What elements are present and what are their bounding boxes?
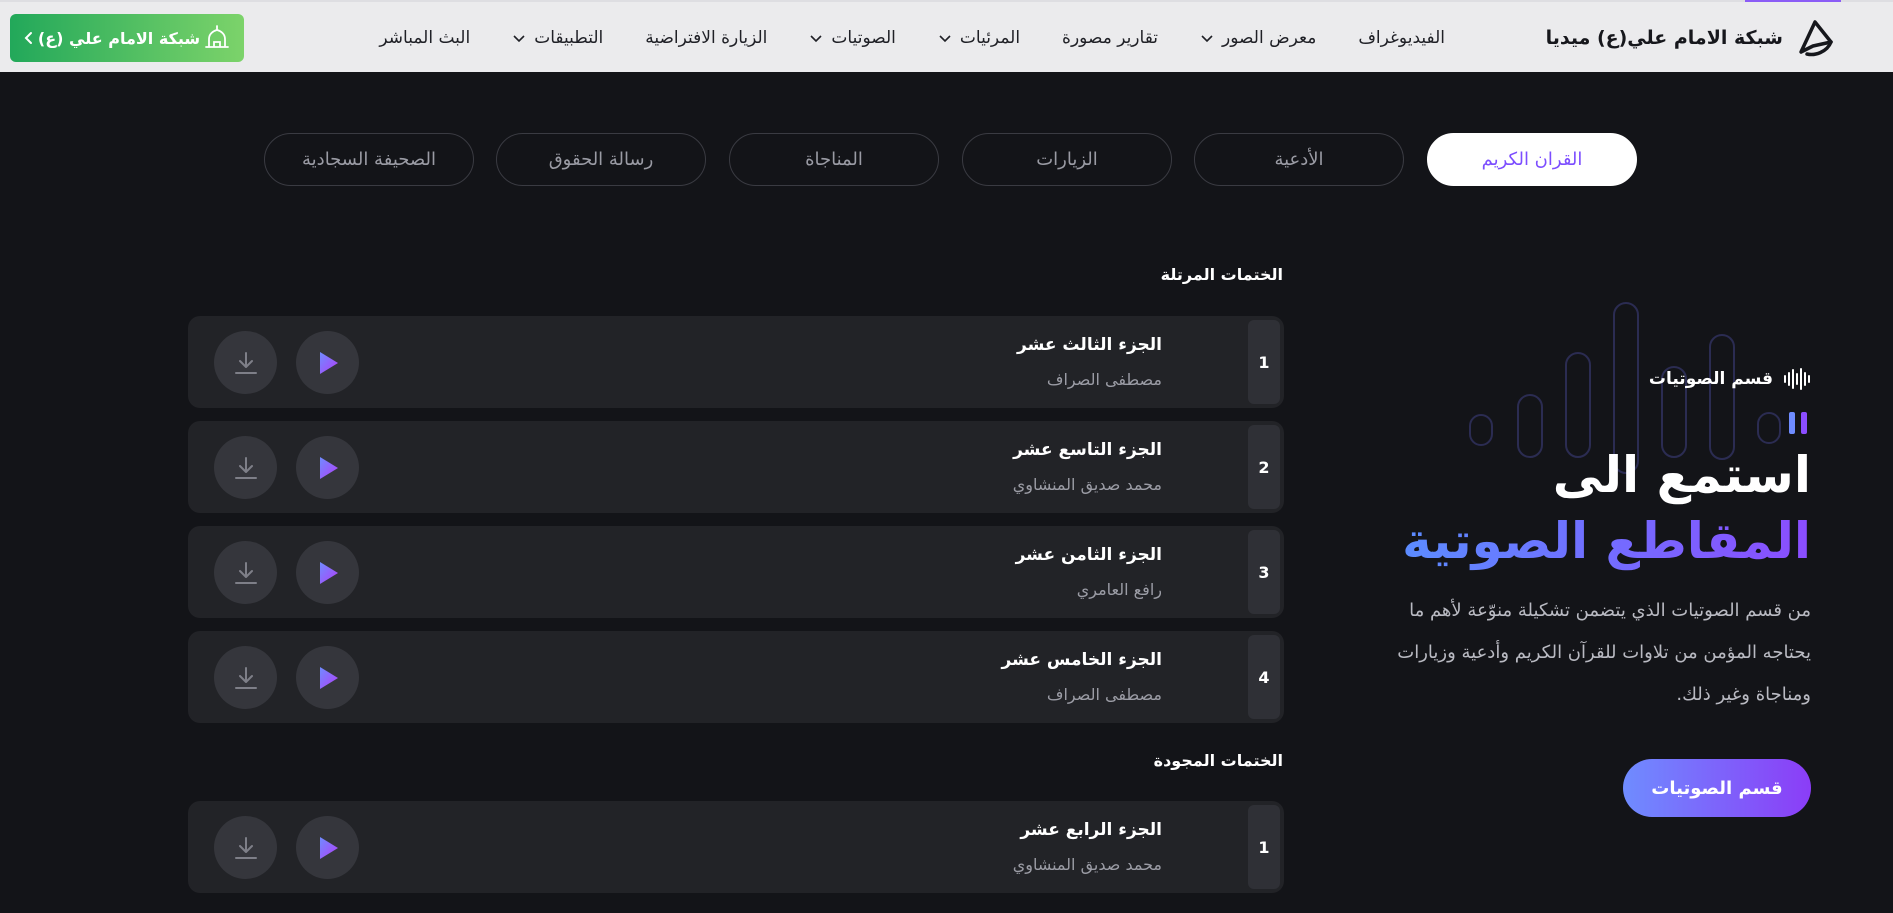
download-button[interactable]	[214, 646, 277, 709]
download-icon	[234, 351, 257, 374]
track-reciter: مصطفى الصراف	[1046, 370, 1162, 389]
chevron-left-icon	[24, 32, 33, 44]
track-number: 3	[1248, 530, 1280, 614]
play-icon	[319, 836, 338, 859]
tab-ziyarat[interactable]: الزيارات	[962, 133, 1172, 186]
brand[interactable]: شبكة الامام علي(ع) ميديا	[1546, 16, 1837, 60]
audio-wave-icon	[1187, 829, 1221, 865]
audio-wave-icon	[1187, 659, 1221, 695]
section-title-recited: الختمات المرتلة	[1160, 265, 1283, 284]
track-title: الجزء الثالث عشر	[1017, 335, 1162, 355]
download-icon	[234, 666, 257, 689]
track-reciter: رافع العامري	[1076, 580, 1162, 599]
mosque-icon	[205, 25, 229, 48]
track-number: 1	[1248, 805, 1280, 889]
download-icon	[234, 836, 257, 859]
nav-item-live-stream[interactable]: البث المباشر	[379, 28, 470, 48]
hero-badge: قسم الصوتيات	[1649, 368, 1811, 390]
category-tabs: القران الكريم الأدعية الزيارات المناجاة …	[0, 133, 1893, 186]
track-row[interactable]: 1 الجزء الثالث عشر مصطفى الصراف	[188, 316, 1284, 408]
audio-section-button[interactable]: قسم الصوتيات	[1623, 759, 1811, 817]
nav-item-label: الصوتيات	[831, 28, 896, 48]
track-row[interactable]: 3 الجزء الثامن عشر رافع العامري	[188, 526, 1284, 618]
track-row[interactable]: 4 الجزء الخامس عشر مصطفى الصراف	[188, 631, 1284, 723]
play-button[interactable]	[296, 816, 359, 879]
nav-item-label: معرض الصور	[1222, 28, 1317, 48]
nav-item-label: الزيارة الافتراضية	[645, 28, 768, 48]
hero-description: من قسم الصوتيات الذي يتضمن تشكيلة منوّعة…	[1397, 600, 1811, 705]
track-title: الجزء الرابع عشر	[1020, 820, 1162, 840]
quote-icon	[1789, 412, 1807, 434]
download-button[interactable]	[214, 541, 277, 604]
track-reciter: محمد صديق المنشاوي	[1012, 855, 1162, 874]
play-icon	[319, 351, 338, 374]
tab-treatise-of-rights[interactable]: رسالة الحقوق	[496, 133, 706, 186]
tab-sahifa-sajjadiya[interactable]: الصحيفة السجادية	[264, 133, 474, 186]
track-title: الجزء الخامس عشر	[1001, 650, 1162, 670]
track-reciter: مصطفى الصراف	[1046, 685, 1162, 704]
track-title: الجزء الثامن عشر	[1015, 545, 1162, 565]
nav-item-label: تقارير مصورة	[1062, 28, 1159, 48]
download-button[interactable]	[214, 436, 277, 499]
nav-item-videos[interactable]: المرئيات	[938, 28, 1020, 48]
tab-supplications[interactable]: الأدعية	[1194, 133, 1404, 186]
nav-item-photo-gallery[interactable]: معرض الصور	[1200, 28, 1316, 48]
track-number: 2	[1248, 425, 1280, 509]
track-title: الجزء التاسع عشر	[1013, 440, 1162, 460]
play-button[interactable]	[296, 541, 359, 604]
hero-title-line1: استمع الى	[1552, 446, 1811, 504]
hero-badge-label: قسم الصوتيات	[1648, 369, 1773, 389]
tab-quran[interactable]: القران الكريم	[1427, 133, 1637, 186]
chevron-down-icon	[1201, 35, 1213, 43]
section-title-mujawwad: الختمات المجودة	[1153, 751, 1283, 770]
nav-item-label: التطبيقات	[534, 28, 604, 48]
download-icon	[234, 561, 257, 584]
play-button[interactable]	[296, 436, 359, 499]
nav-item-label: الفيديوغراف	[1358, 28, 1445, 48]
top-navbar: شبكة الامام علي(ع) ميديا الفيديوغراف معر…	[0, 0, 1893, 72]
brand-logo-icon	[1799, 20, 1833, 57]
nav-item-audio[interactable]: الصوتيات	[809, 28, 896, 48]
track-number: 4	[1248, 635, 1280, 719]
tab-munajat[interactable]: المناجاة	[729, 133, 939, 186]
nav-item-photo-reports[interactable]: تقارير مصورة	[1062, 28, 1158, 48]
audio-wave-icon	[1187, 554, 1221, 590]
track-row[interactable]: 2 الجزء التاسع عشر محمد صديق المنشاوي	[188, 421, 1284, 513]
chevron-down-icon	[939, 35, 951, 43]
play-button[interactable]	[296, 646, 359, 709]
nav-item-virtual-visit[interactable]: الزيارة الافتراضية	[645, 28, 767, 48]
audio-wave-icon	[1187, 449, 1221, 485]
chevron-down-icon	[810, 35, 822, 43]
header-accent-line	[1745, 0, 1841, 2]
audio-wave-icon	[1187, 344, 1221, 380]
play-icon	[319, 666, 338, 689]
nav-item-label: البث المباشر	[379, 28, 471, 48]
nav-item-label: المرئيات	[959, 28, 1021, 48]
download-button[interactable]	[214, 331, 277, 394]
audio-wave-icon	[1784, 368, 1810, 390]
track-row[interactable]: 1 الجزء الرابع عشر محمد صديق المنشاوي	[188, 801, 1284, 893]
play-button[interactable]	[296, 331, 359, 394]
main-nav: الفيديوغراف معرض الصور تقارير مصورة المر…	[379, 24, 1445, 52]
track-number: 1	[1248, 320, 1280, 404]
track-reciter: محمد صديق المنشاوي	[1012, 475, 1162, 494]
hero-title-line2: المقاطع الصوتية	[1402, 512, 1811, 570]
download-icon	[234, 456, 257, 479]
chevron-down-icon	[513, 35, 525, 43]
play-icon	[319, 456, 338, 479]
network-button-label: شبكة الامام علي (ع)	[37, 28, 201, 48]
brand-name: شبكة الامام علي(ع) ميديا	[1545, 27, 1783, 49]
nav-item-videograph[interactable]: الفيديوغراف	[1358, 28, 1445, 48]
download-button[interactable]	[214, 816, 277, 879]
nav-item-apps[interactable]: التطبيقات	[512, 28, 603, 48]
network-button[interactable]: شبكة الامام علي (ع)	[10, 14, 244, 62]
play-icon	[319, 561, 338, 584]
